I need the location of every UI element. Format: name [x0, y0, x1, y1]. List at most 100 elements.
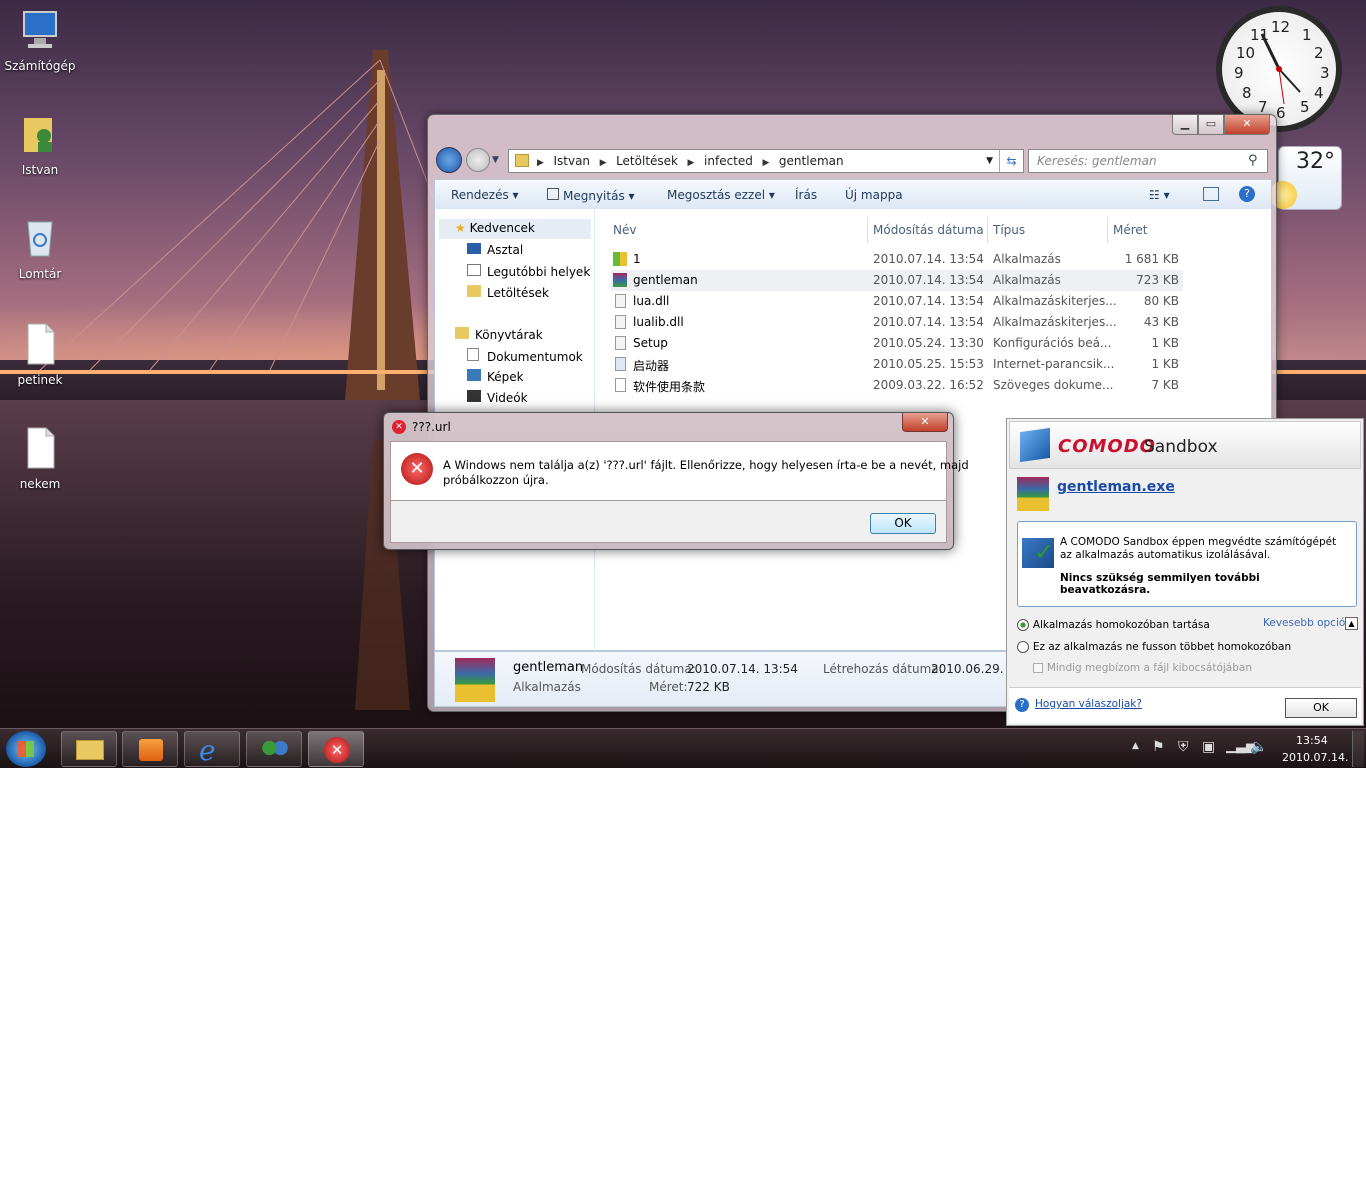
breadcrumb-item[interactable]: Istvan	[553, 154, 590, 168]
comodo-file-link[interactable]: gentleman.exe	[1057, 479, 1175, 495]
breadcrumb-item[interactable]: gentleman	[779, 154, 844, 168]
user-folder-icon	[24, 118, 52, 152]
desktop-icon-recycle-bin[interactable]: Lomtár	[0, 216, 80, 281]
breadcrumb-item[interactable]: infected	[704, 154, 753, 168]
file-row[interactable]: gentleman 2010.07.14. 13:54 Alkalmazás 7…	[611, 270, 1183, 291]
file-row[interactable]: Setup 2010.05.24. 13:30 Konfigurációs be…	[611, 333, 1183, 354]
taskbar-time[interactable]: 13:54	[1296, 734, 1328, 747]
comodo-ok-button[interactable]: OK	[1285, 698, 1357, 718]
nav-item-pictures[interactable]: Képek	[467, 369, 524, 384]
file-row[interactable]: 1 2010.07.14. 13:54 Alkalmazás 1 681 KB	[611, 249, 1183, 270]
column-header-modified[interactable]: Módosítás dátuma	[873, 223, 984, 237]
option-keep-sandboxed[interactable]: Alkalmazás homokozóban tartása	[1017, 617, 1210, 631]
explorer-folder-icon	[76, 740, 104, 760]
open-button[interactable]: Megnyitás ▾	[547, 188, 635, 203]
option-stop-sandboxing[interactable]: Ez az alkalmazás ne fusson többet homoko…	[1017, 639, 1291, 653]
preview-pane-icon[interactable]	[1203, 187, 1219, 201]
clock-number: 5	[1300, 98, 1310, 116]
desktop-icon-user[interactable]: Istvan	[0, 112, 80, 177]
maximize-button[interactable]: ▭	[1198, 115, 1224, 135]
winrar-icon	[613, 273, 627, 287]
dll-icon	[615, 315, 626, 329]
text-file-icon	[27, 323, 55, 365]
column-divider	[1107, 217, 1108, 243]
less-options-link[interactable]: Kevesebb opció	[1263, 617, 1345, 629]
nav-favorites-label: Kedvencek	[469, 221, 535, 235]
column-header-type[interactable]: Típus	[993, 223, 1025, 237]
nav-libraries[interactable]: Könyvtárak	[455, 327, 543, 342]
file-row[interactable]: lua.dll 2010.07.14. 13:54 Alkalmazáskite…	[611, 291, 1183, 312]
nav-item-recent[interactable]: Legutóbbi helyek	[467, 264, 590, 279]
help-icon[interactable]: ?	[1239, 186, 1255, 202]
error-dialog[interactable]: ✕ ???.url ✕ ✕ A Windows nem találja a(z)…	[383, 412, 969, 550]
clock-number: 12	[1271, 18, 1291, 36]
security-shield-icon[interactable]: ⛨	[1178, 739, 1189, 755]
breadcrumb-item[interactable]: Letöltések	[616, 154, 678, 168]
file-name: gentleman	[633, 273, 698, 287]
nav-item-videos[interactable]: Videók	[467, 390, 528, 405]
comodo-app-icon	[1017, 477, 1049, 511]
comodo-sandbox-popup[interactable]: COMODO Sandbox gentleman.exe ✓ A COMODO …	[1006, 418, 1364, 726]
breadcrumb-separator: ▶	[681, 158, 701, 168]
taskbar-media-player[interactable]	[122, 731, 178, 767]
file-row[interactable]: 启动器 2010.05.25. 15:53 Internet-parancsik…	[611, 354, 1183, 375]
address-dropdown-icon[interactable]: ▼	[986, 150, 993, 172]
action-center-flag-icon[interactable]: ⚑	[1152, 739, 1165, 755]
command-bar: Rendezés ▾ Megnyitás ▾ Megosztás ezzel ▾…	[434, 179, 1272, 209]
taskbar-internet-explorer[interactable]: e	[184, 731, 240, 767]
error-ok-button[interactable]: OK	[870, 513, 936, 534]
burn-button[interactable]: Írás	[795, 188, 817, 202]
collapse-options-icon[interactable]: ▲	[1345, 617, 1358, 630]
minimize-button[interactable]: ▁	[1172, 115, 1198, 135]
column-divider	[987, 217, 988, 243]
view-options-icon[interactable]: ☷ ▾	[1149, 188, 1170, 202]
desktop-icon-file-petinek[interactable]: petinek	[0, 322, 80, 387]
comodo-message: A COMODO Sandbox éppen megvédte számítóg…	[1060, 536, 1337, 561]
text-file-icon	[615, 378, 626, 392]
weather-gadget[interactable]: 32°	[1269, 146, 1342, 210]
file-name: Setup	[633, 336, 668, 350]
show-hidden-icons-icon[interactable]: ▲	[1132, 741, 1139, 751]
share-button[interactable]: Megosztás ezzel ▾	[667, 188, 775, 202]
option-trust-publisher[interactable]: Mindig megbízom a fájl kibocsátójában	[1033, 660, 1252, 674]
recent-pages-dropdown[interactable]: ▼	[492, 155, 499, 165]
desktop-icon-computer[interactable]: Számítógép	[0, 8, 80, 73]
nav-item-desktop[interactable]: Asztal	[467, 243, 523, 257]
refresh-icon[interactable]: ⇆	[999, 150, 1023, 172]
column-header-size[interactable]: Méret	[1113, 223, 1148, 237]
volume-icon[interactable]: 🔈	[1250, 739, 1267, 755]
taskbar-date[interactable]: 2010.07.14.	[1282, 751, 1348, 764]
nav-item-label: Legutóbbi helyek	[487, 265, 591, 279]
close-button[interactable]: ✕	[1224, 115, 1270, 135]
organize-button[interactable]: Rendezés ▾	[451, 188, 519, 202]
forward-button[interactable]	[466, 148, 490, 172]
nav-item-downloads[interactable]: Letöltések	[467, 285, 549, 300]
organize-label: Rendezés	[451, 188, 509, 202]
desktop-icon	[467, 243, 481, 254]
taskbar-explorer[interactable]	[61, 731, 117, 767]
file-size: 1 KB	[1151, 336, 1179, 350]
help-link[interactable]: Hogyan válaszoljak?	[1035, 698, 1142, 710]
column-header-name[interactable]: Név	[613, 223, 636, 237]
desktop-icon-label: petinek	[17, 373, 63, 387]
taskbar-messenger[interactable]	[246, 731, 302, 767]
nav-favorites[interactable]: ★ Kedvencek	[439, 219, 591, 239]
file-row[interactable]: lualib.dll 2010.07.14. 13:54 Alkalmazásk…	[611, 312, 1183, 333]
desktop-icon-file-nekem[interactable]: nekem	[0, 426, 80, 491]
address-bar[interactable]: ▶ Istvan ▶ Letöltések ▶ infected ▶ gentl…	[508, 149, 1024, 173]
clock-number: 10	[1236, 44, 1256, 62]
error-icon: ✕	[324, 737, 350, 763]
file-modified: 2010.07.14. 13:54	[873, 252, 984, 266]
start-button[interactable]	[6, 731, 46, 767]
file-row[interactable]: 软件使用条款 2009.03.22. 16:52 Szöveges dokume…	[611, 375, 1183, 396]
nav-item-documents[interactable]: Dokumentumok	[467, 348, 583, 364]
usb-device-icon[interactable]: ▣	[1202, 739, 1215, 755]
new-folder-button[interactable]: Új mappa	[845, 188, 903, 202]
breadcrumb-separator: ▶	[593, 158, 613, 168]
error-close-button[interactable]: ✕	[902, 413, 948, 432]
back-button[interactable]	[436, 147, 462, 173]
taskbar-error-dialog[interactable]: ✕	[308, 731, 364, 767]
search-input[interactable]: Keresés: gentleman	[1028, 149, 1268, 173]
radio-selected-icon	[1017, 618, 1029, 631]
show-desktop-button[interactable]	[1352, 731, 1364, 767]
